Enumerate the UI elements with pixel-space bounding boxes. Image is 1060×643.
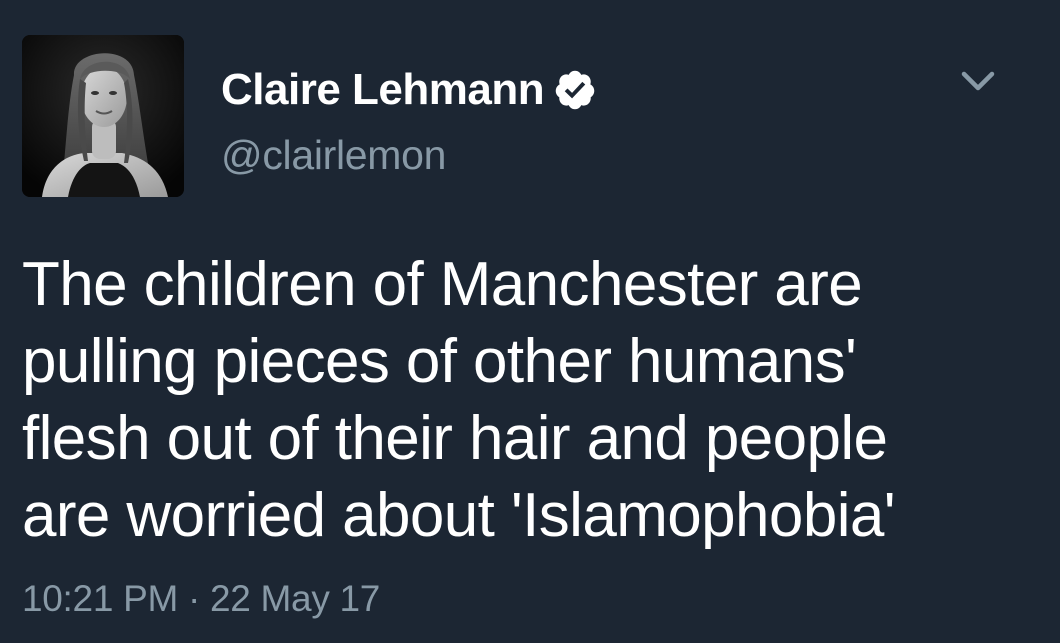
tweet-time: 10:21 PM <box>22 578 178 619</box>
tweet-card: Claire Lehmann @clairlemon The children … <box>0 0 1060 643</box>
verified-badge-icon <box>553 68 597 112</box>
avatar[interactable] <box>22 35 184 197</box>
tweet-date: 22 May 17 <box>209 578 381 619</box>
avatar-photo <box>22 35 184 197</box>
author-display-name[interactable]: Claire Lehmann <box>221 65 545 115</box>
tweet-timestamp[interactable]: 10:21 PM · 22 May 17 <box>22 578 380 620</box>
chevron-down-icon[interactable] <box>958 64 998 100</box>
timestamp-separator: · <box>187 578 200 619</box>
author-name-row[interactable]: Claire Lehmann <box>221 62 597 118</box>
tweet-text: The children of Manchester are pulling p… <box>22 250 896 550</box>
author-handle[interactable]: @clairlemon <box>221 132 446 179</box>
